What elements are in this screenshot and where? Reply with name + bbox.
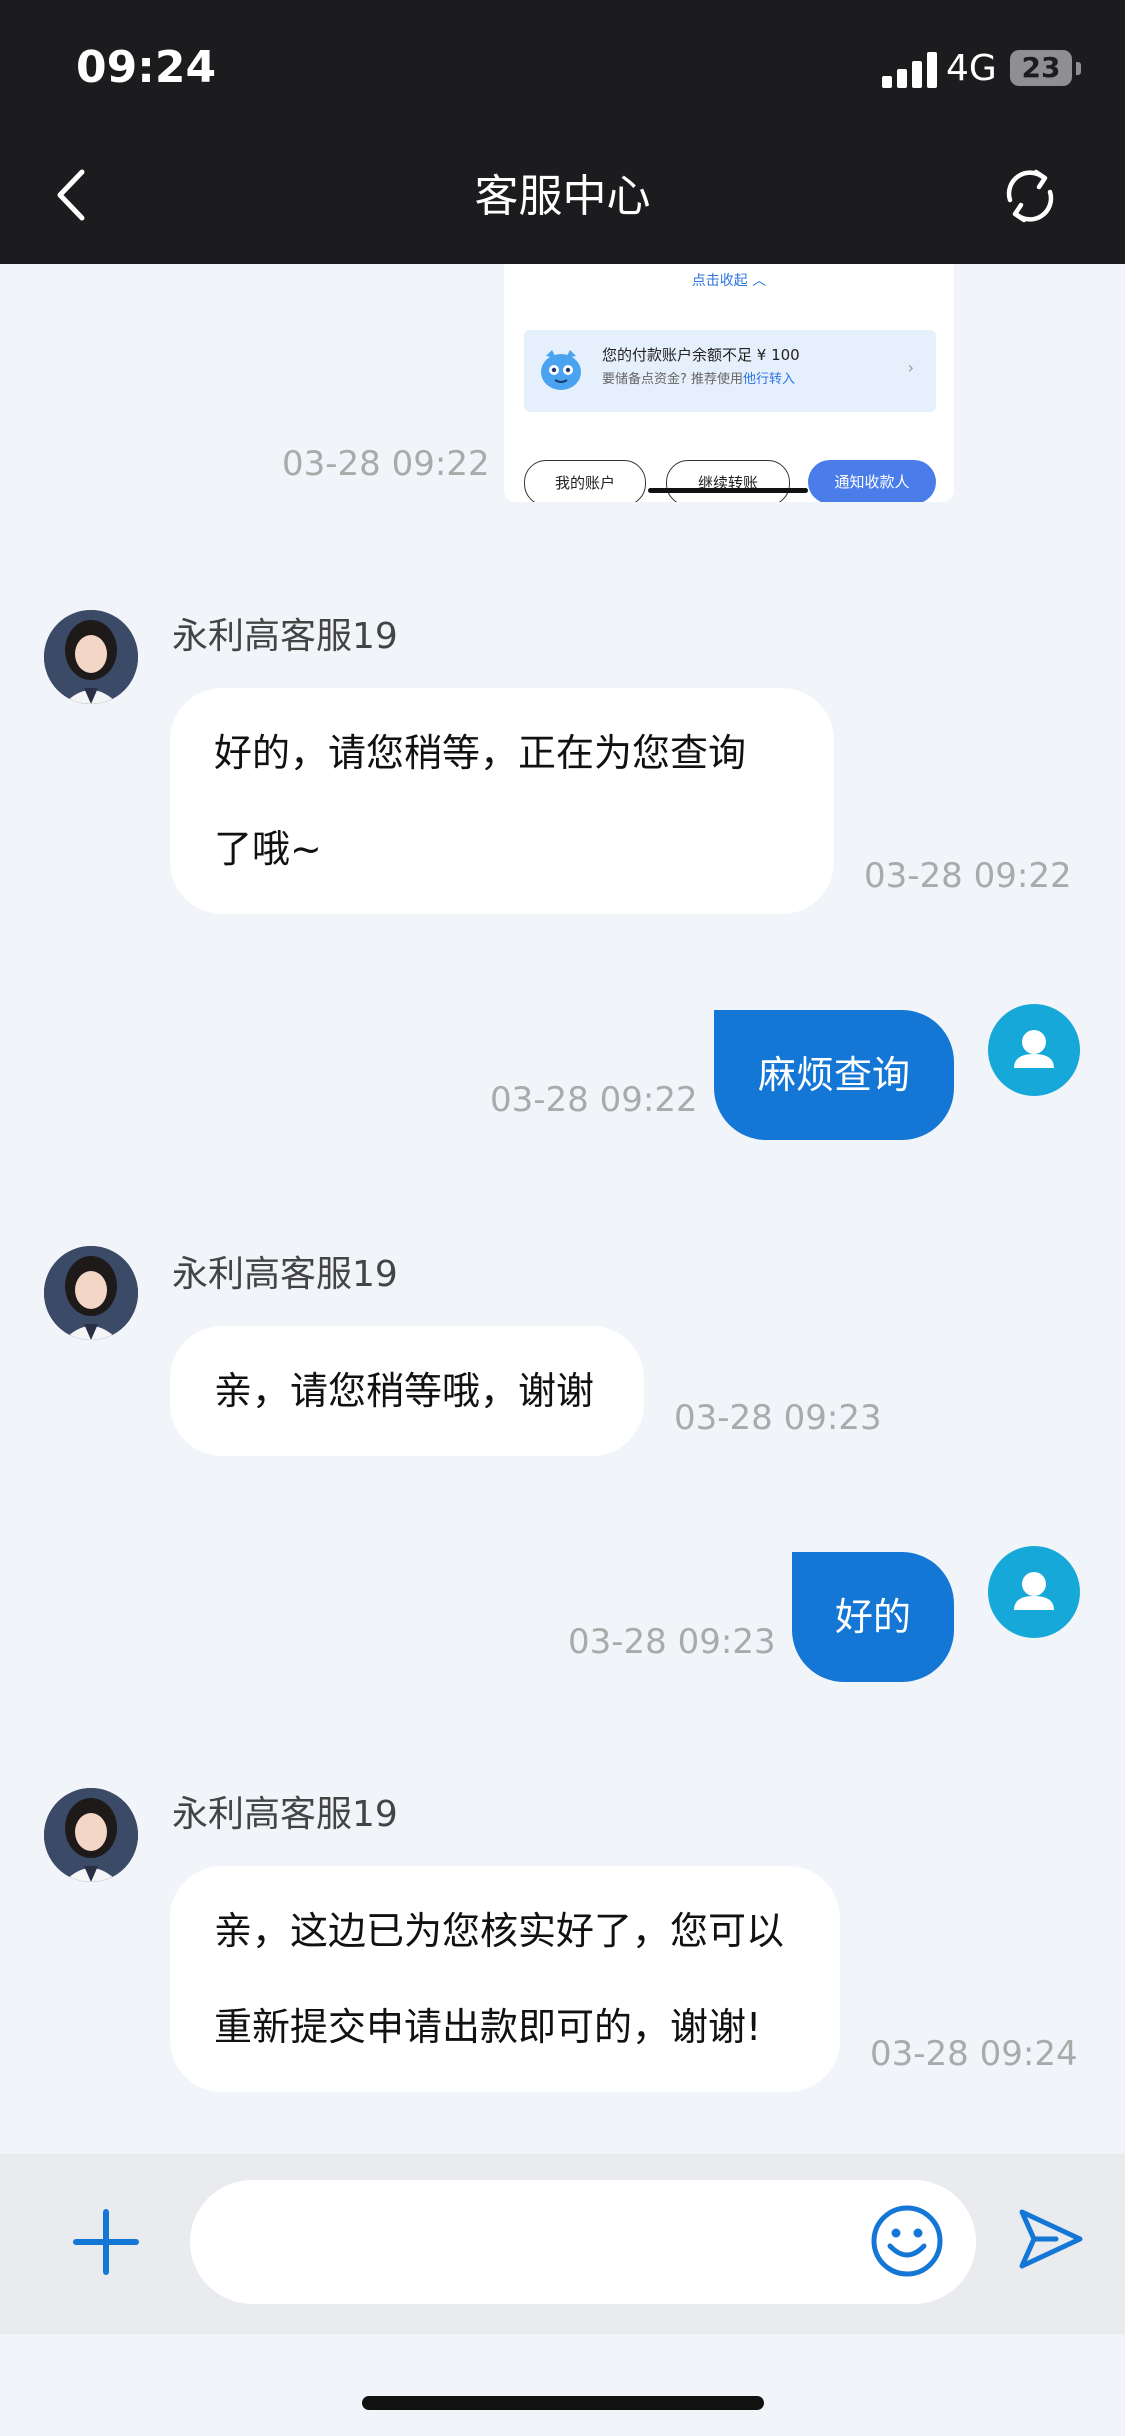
battery-nub — [1076, 62, 1081, 75]
message-bubble-incoming: 亲，这边已为您核实好了，您可以 重新提交申请出款即可的，谢谢! — [170, 1866, 840, 2092]
sender-name: 永利高客服19 — [172, 616, 398, 657]
message-bubble-outgoing: 好的 — [792, 1552, 954, 1682]
emoji-icon[interactable] — [870, 2204, 944, 2278]
collapse-link: 点击收起 ︿ — [691, 273, 767, 289]
message-timestamp: 03-28 09:22 — [282, 444, 490, 484]
message-timestamp: 03-28 09:22 — [490, 1080, 698, 1120]
image-message[interactable]: 点击收起 ︿ 您的付款账户余额不足 ¥ 100 要储备点资金? 推荐使用他行转入… — [504, 264, 954, 502]
message-bubble-incoming: 亲，请您稍等哦，谢谢 — [170, 1326, 644, 1456]
message-line: 好的，请您稍等，正在为您查询 — [214, 731, 747, 775]
message-timestamp: 03-28 09:22 — [864, 856, 1072, 896]
message-line: 亲，这边已为您核实好了，您可以 — [214, 1909, 785, 1953]
send-icon[interactable] — [1016, 2204, 1086, 2274]
user-avatar[interactable] — [988, 1004, 1080, 1096]
signal-icon — [882, 52, 938, 88]
sender-name: 永利高客服19 — [172, 1794, 398, 1835]
message-line: 了哦~ — [214, 827, 322, 871]
message-bubble-incoming: 好的，请您稍等，正在为您查询 了哦~ — [170, 688, 834, 914]
chevron-right-icon: › — [907, 358, 914, 377]
message-line: 重新提交申请出款即可的，谢谢! — [214, 2005, 762, 2049]
message-bubble-outgoing: 麻烦查询 — [714, 1010, 954, 1140]
user-icon — [1014, 1572, 1054, 1610]
message-timestamp: 03-28 09:23 — [568, 1622, 776, 1662]
sender-name: 永利高客服19 — [172, 1254, 398, 1295]
page-title: 客服中心 — [474, 171, 651, 222]
plus-icon[interactable] — [70, 2206, 142, 2278]
battery-icon: 23 — [1010, 50, 1072, 86]
agent-avatar[interactable] — [44, 1788, 138, 1882]
card-home-indicator — [648, 488, 808, 493]
balance-alert: 您的付款账户余额不足 ¥ 100 要储备点资金? 推荐使用他行转入 › — [524, 330, 936, 412]
status-time: 09:24 — [76, 42, 217, 93]
agent-avatar[interactable] — [44, 610, 138, 704]
message-timestamp: 03-28 09:23 — [674, 1398, 882, 1438]
card-button-continue-transfer: 继续转账 — [666, 460, 790, 502]
card-button-my-account: 我的账户 — [524, 460, 646, 502]
agent-avatar[interactable] — [44, 1246, 138, 1340]
network-type: 4G — [946, 48, 997, 89]
user-avatar[interactable] — [988, 1546, 1080, 1638]
alert-subtitle: 要储备点资金? 推荐使用他行转入 — [602, 372, 796, 387]
message-timestamp: 03-28 09:24 — [870, 2034, 1078, 2074]
message-input[interactable] — [190, 2180, 976, 2304]
home-indicator — [362, 2396, 764, 2410]
message-line: 亲，请您稍等哦，谢谢 — [214, 1369, 595, 1413]
card-button-notify-payee: 通知收款人 — [808, 460, 936, 502]
user-icon — [1014, 1030, 1054, 1068]
alert-link: 他行转入 — [743, 372, 796, 387]
alert-title: 您的付款账户余额不足 ¥ 100 — [602, 346, 800, 364]
top-bar: 09:24 4G 23 客服中心 — [0, 0, 1125, 264]
refresh-icon[interactable] — [998, 164, 1062, 228]
mascot-icon — [541, 350, 581, 390]
